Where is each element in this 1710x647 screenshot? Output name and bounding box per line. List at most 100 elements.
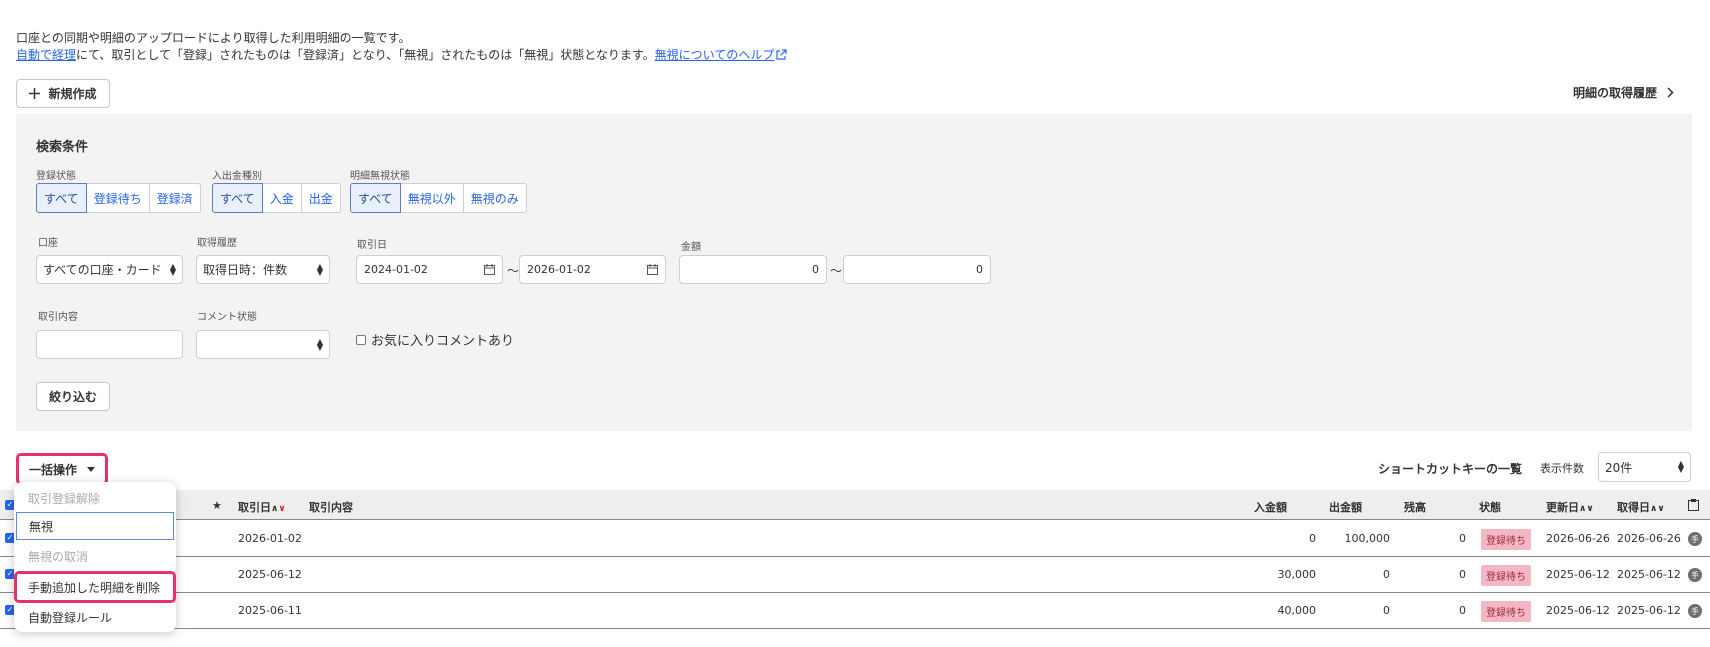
- external-link-icon: [776, 49, 787, 60]
- row-date: 2025-06-11: [238, 604, 302, 617]
- caret-down-icon: [87, 466, 95, 472]
- amount-to-input[interactable]: 0: [843, 255, 991, 284]
- ignore-help-link[interactable]: 無視についてのヘルプ: [655, 48, 775, 62]
- auto-accounting-link[interactable]: 自動で経理: [16, 48, 76, 62]
- acquisition-history-label: 明細の取得履歴: [1572, 86, 1657, 100]
- updown-arrows-icon: ▲ ▼: [316, 261, 323, 277]
- col-updated[interactable]: 更新日∧∨: [1546, 499, 1594, 515]
- table-row[interactable]: ✓ 2025-06-11 40,000 0 0 登録待ち 2025-06-12 …: [0, 593, 1710, 629]
- menu-item-delete-manual[interactable]: 手動追加した明細を削除: [14, 571, 176, 603]
- col-withdrawal: 出金額: [1329, 501, 1362, 514]
- row-acquired: 2026-06-26: [1617, 532, 1681, 545]
- clipboard-icon: [1688, 499, 1699, 511]
- row-withdrawal: 0: [1383, 568, 1390, 581]
- status-badge: 登録待ち: [1481, 529, 1531, 550]
- col-status: 状態: [1479, 501, 1501, 514]
- plus-icon: [29, 88, 41, 99]
- sort-arrows-icon: ∧∨: [1579, 504, 1594, 514]
- type-label: 入出金種別: [212, 171, 262, 182]
- description-line2: 自動で経理にて、取引として「登録」されたものは「登録済」となり、「無視」されたも…: [16, 47, 787, 64]
- checkbox-icon[interactable]: [356, 334, 366, 345]
- ignore-option-all[interactable]: すべて: [350, 183, 401, 213]
- status-option-all[interactable]: すべて: [36, 183, 87, 213]
- sort-arrows-icon: ∧∨: [271, 504, 286, 514]
- date-to-value: 2026-01-02: [527, 263, 591, 276]
- menu-item-ignore[interactable]: 無視: [16, 512, 174, 540]
- account-label: 口座: [38, 238, 58, 249]
- updown-arrows-icon: ▲ ▼: [169, 261, 176, 277]
- new-create-button[interactable]: 新規作成: [16, 79, 110, 108]
- new-create-label: 新規作成: [48, 87, 97, 101]
- amount-range-separator: 〜: [830, 264, 843, 278]
- row-updated: 2025-06-12: [1546, 604, 1610, 617]
- row-withdrawal: 100,000: [1344, 532, 1391, 545]
- date-from-value: 2024-01-02: [364, 263, 428, 276]
- amount-from-input[interactable]: 0: [679, 255, 827, 284]
- favorite-comment-label: お気に入りコメントあり: [371, 334, 515, 349]
- ignore-label: 明細無視状態: [350, 171, 410, 182]
- status-badge: 登録待ち: [1481, 565, 1531, 586]
- type-segment: すべて 入金 出金: [212, 183, 341, 213]
- chevron-right-icon: [1667, 87, 1674, 98]
- history-select[interactable]: 取得日時：件数 ▲ ▼: [196, 255, 330, 284]
- amount-to-value: 0: [976, 263, 983, 276]
- menu-item-unignore[interactable]: 無視の取消: [14, 542, 176, 570]
- date-from-input[interactable]: 2024-01-02: [356, 255, 503, 284]
- col-acquired[interactable]: 取得日∧∨: [1617, 499, 1665, 515]
- comment-select[interactable]: ▲ ▼: [196, 330, 330, 359]
- row-balance: 0: [1459, 604, 1466, 617]
- ignore-option-not-ignored[interactable]: 無視以外: [399, 183, 464, 213]
- manual-entry-icon: 手: [1688, 604, 1702, 618]
- perpage-value: 20件: [1605, 460, 1633, 475]
- sort-arrows-icon: ∧∨: [1650, 504, 1665, 514]
- history-select-value: 取得日時：件数: [203, 263, 288, 277]
- table-header: ✓ ★ 取引日∧∨ 取引内容 入金額 出金額 残高 状態 更新日∧∨ 取得日∧∨: [0, 490, 1710, 520]
- menu-item-auto-rule[interactable]: 自動登録ルール: [14, 603, 176, 631]
- status-option-pending[interactable]: 登録待ち: [85, 183, 150, 213]
- row-date: 2026-01-02: [238, 532, 302, 545]
- acquisition-history-link[interactable]: 明細の取得履歴: [1573, 84, 1674, 101]
- col-balance: 残高: [1404, 501, 1426, 514]
- shortcut-list-link[interactable]: ショートカットキーの一覧: [1378, 460, 1522, 477]
- content-input[interactable]: [36, 330, 183, 359]
- description-line1: 口座との同期や明細のアップロードにより取得した利用明細の一覧です。: [16, 31, 411, 45]
- row-balance: 0: [1459, 568, 1466, 581]
- favorite-comment-checkbox[interactable]: お気に入りコメントあり: [356, 330, 514, 349]
- account-select[interactable]: すべての口座・カード ▲ ▼: [36, 255, 183, 284]
- ignore-option-ignored-only[interactable]: 無視のみ: [462, 183, 527, 213]
- row-acquired: 2025-06-12: [1617, 604, 1681, 617]
- col-deposit: 入金額: [1254, 501, 1287, 514]
- menu-item-unregister[interactable]: 取引登録解除: [14, 484, 176, 512]
- bulk-operation-label: 一括操作: [28, 462, 77, 477]
- manual-entry-icon: 手: [1688, 568, 1702, 582]
- status-label: 登録状態: [36, 171, 76, 182]
- row-date: 2025-06-12: [238, 568, 302, 581]
- perpage-select[interactable]: 20件 ▲ ▼: [1598, 452, 1691, 482]
- col-star: ★: [212, 499, 222, 512]
- type-option-all[interactable]: すべて: [212, 183, 263, 213]
- date-to-input[interactable]: 2026-01-02: [519, 255, 666, 284]
- amount-from-value: 0: [812, 263, 819, 276]
- account-select-value: すべての口座・カード: [43, 263, 162, 277]
- col-date[interactable]: 取引日∧∨: [238, 499, 286, 515]
- row-updated: 2026-06-26: [1546, 532, 1610, 545]
- table-row[interactable]: ✓ 2025-06-12 30,000 0 0 登録待ち 2025-06-12 …: [0, 557, 1710, 593]
- updown-arrows-icon: ▲ ▼: [316, 336, 323, 352]
- type-option-withdrawal[interactable]: 出金: [300, 183, 341, 213]
- row-updated: 2025-06-12: [1546, 568, 1610, 581]
- col-content: 取引内容: [309, 501, 353, 514]
- bulk-operation-menu: 取引登録解除 無視 無視の取消 手動追加した明細を削除 自動登録ルール: [14, 482, 176, 632]
- type-option-deposit[interactable]: 入金: [261, 183, 302, 213]
- filter-button[interactable]: 絞り込む: [36, 382, 110, 411]
- row-withdrawal: 0: [1383, 604, 1390, 617]
- table-row[interactable]: ✓ 2026-01-02 0 100,000 0 登録待ち 2026-06-26…: [0, 521, 1710, 557]
- status-option-registered[interactable]: 登録済: [148, 183, 201, 213]
- ignore-segment: すべて 無視以外 無視のみ: [350, 183, 527, 213]
- row-acquired: 2025-06-12: [1617, 568, 1681, 581]
- updown-arrows-icon: ▲ ▼: [1677, 459, 1684, 474]
- date-label: 取引日: [357, 240, 387, 251]
- date-range-separator: 〜: [507, 264, 520, 278]
- page-description: 口座との同期や明細のアップロードにより取得した利用明細の一覧です。 自動で経理に…: [16, 30, 787, 64]
- perpage-label: 表示件数: [1540, 462, 1584, 475]
- bulk-operation-button[interactable]: 一括操作: [16, 453, 108, 485]
